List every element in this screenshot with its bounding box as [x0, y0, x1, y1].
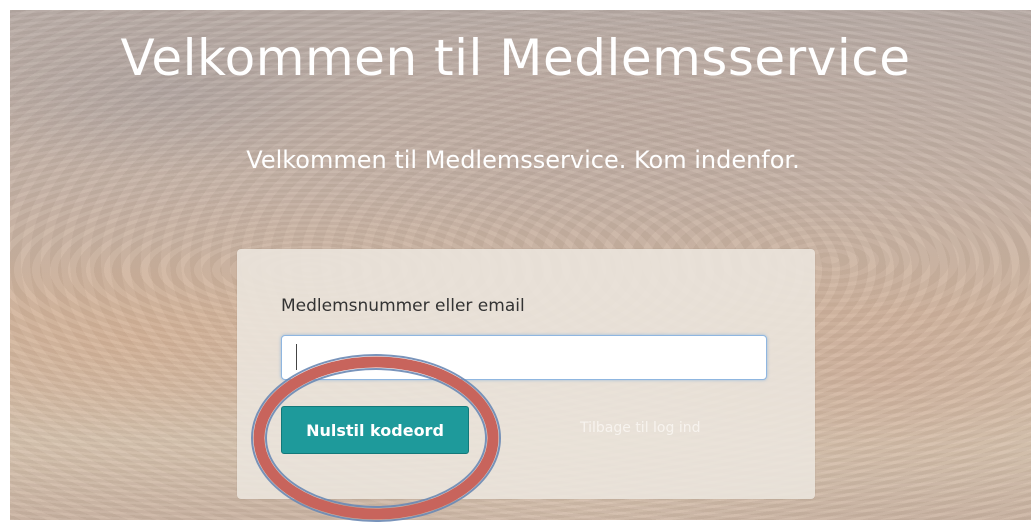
- page-subtitle: Velkommen til Medlemsservice. Kom indenf…: [246, 146, 800, 174]
- reset-password-card: Medlemsnummer eller email Nulstil kodeor…: [237, 249, 815, 499]
- back-to-login-link[interactable]: Tilbage til log ind: [580, 420, 700, 436]
- member-id-label: Medlemsnummer eller email: [281, 296, 525, 316]
- reset-password-button[interactable]: Nulstil kodeord: [281, 406, 469, 454]
- page-title: Velkommen til Medlemsservice: [120, 29, 911, 87]
- member-id-input[interactable]: [281, 335, 767, 380]
- text-caret: [296, 344, 297, 370]
